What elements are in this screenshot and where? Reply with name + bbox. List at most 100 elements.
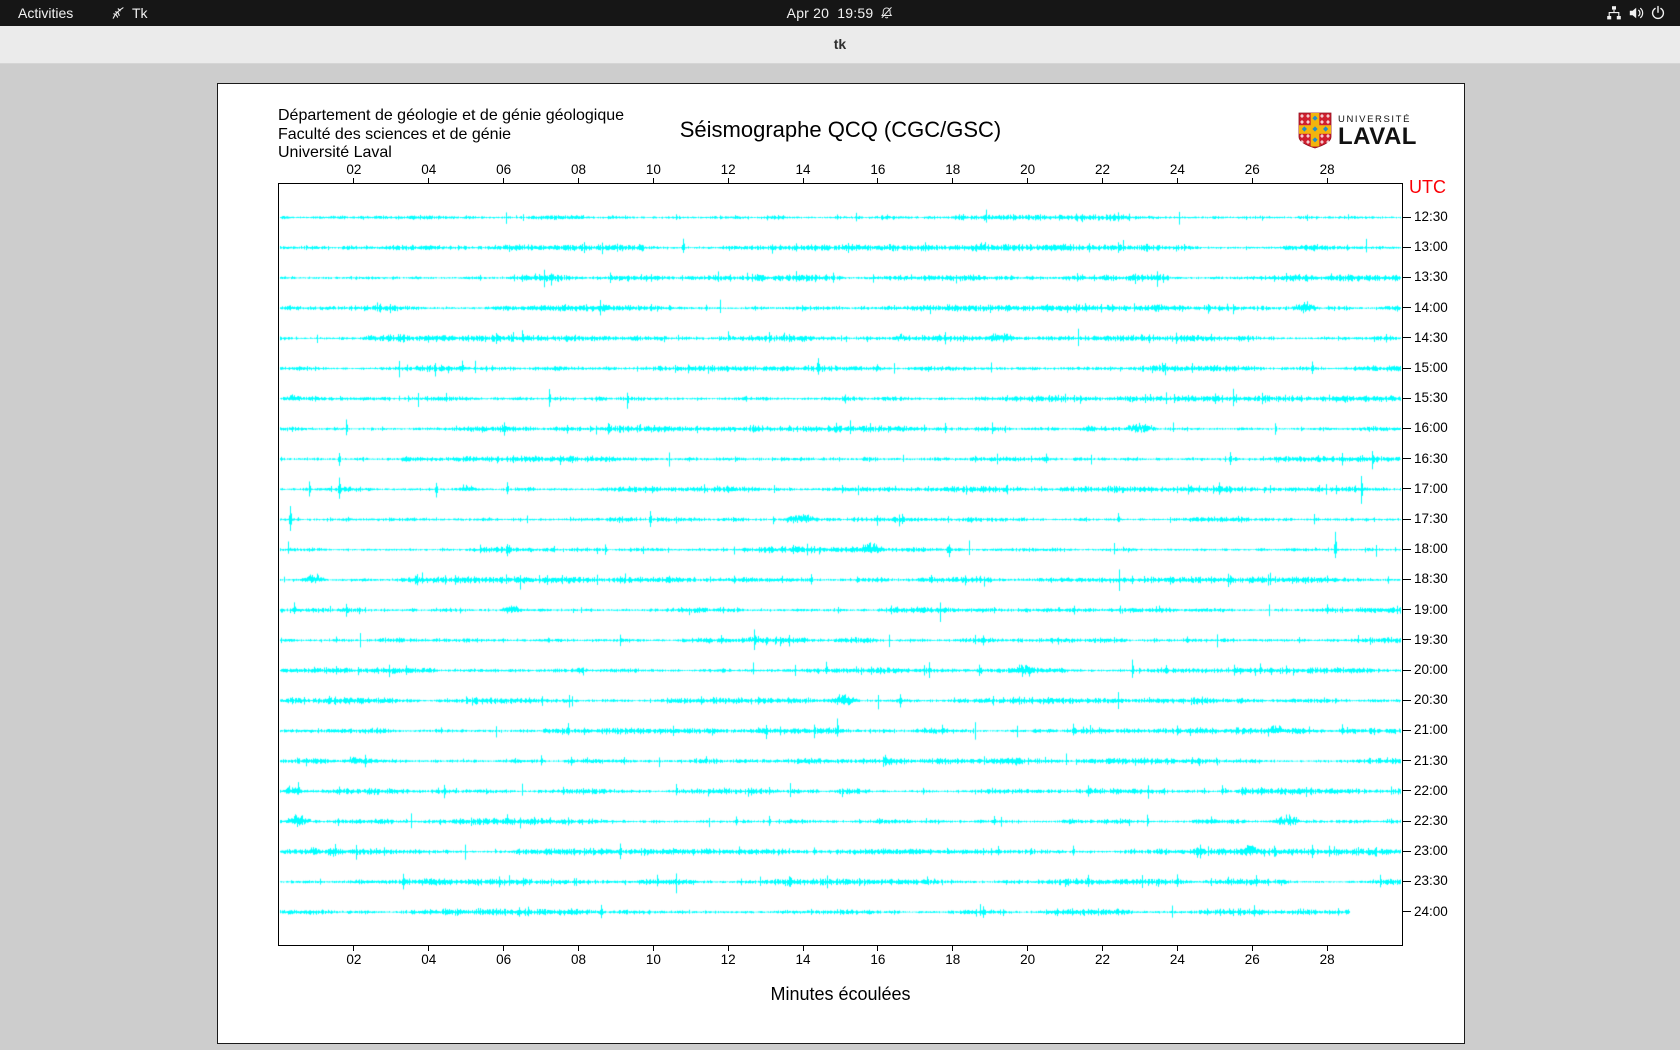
utc-time-label: 16:30: [1414, 450, 1448, 466]
x-tick-label-top: 24: [1169, 162, 1185, 177]
window-title: tk: [833, 36, 847, 52]
utc-tick: [1402, 911, 1411, 913]
x-tick-bottom: [353, 945, 355, 951]
x-tick-top: [353, 178, 355, 184]
volume-icon: [1629, 7, 1644, 19]
utc-tick: [1402, 639, 1411, 641]
x-tick-label-bottom: 26: [1244, 952, 1260, 967]
utc-time-label: 15:00: [1414, 360, 1448, 375]
x-tick-bottom: [428, 945, 430, 951]
utc-tick: [1402, 578, 1411, 580]
x-tick-bottom: [1102, 945, 1104, 951]
x-tick-top: [428, 178, 430, 184]
utc-time-label: 21:30: [1414, 752, 1448, 768]
x-tick-label-top: 28: [1319, 162, 1335, 177]
x-tick-bottom: [1176, 945, 1178, 951]
seismograph-window: Département de géologie et de génie géol…: [217, 83, 1465, 1044]
x-tick-label-bottom: 10: [645, 952, 661, 967]
x-tick-bottom: [503, 945, 505, 951]
utc-tick: [1402, 609, 1411, 611]
x-tick-bottom: [652, 945, 654, 951]
utc-time-label: 18:30: [1414, 571, 1448, 587]
notifications-off-bell-icon: [880, 6, 892, 19]
utc-axis-title: UTC: [1409, 177, 1446, 197]
clock-text: Apr 20 19:59: [786, 5, 874, 21]
utc-time-label: 12:30: [1414, 209, 1448, 224]
x-tick-bottom: [1251, 945, 1253, 951]
header-line-3: Université Laval: [278, 144, 392, 161]
utc-tick: [1402, 458, 1411, 460]
x-tick-label-bottom: 02: [346, 952, 362, 967]
utc-time-label: 13:00: [1414, 239, 1448, 255]
utc-time-label: 16:00: [1414, 420, 1448, 436]
x-tick-bottom: [577, 945, 579, 951]
utc-tick: [1402, 427, 1411, 429]
utc-tick: [1402, 246, 1411, 248]
tk-app-indicator[interactable]: Tk: [110, 0, 148, 26]
x-tick-top: [577, 178, 579, 184]
utc-tick: [1402, 729, 1411, 731]
utc-tick: [1402, 880, 1411, 882]
utc-tick: [1402, 276, 1411, 278]
utc-time-label: 20:30: [1414, 692, 1448, 708]
x-tick-bottom: [727, 945, 729, 951]
utc-tick: [1402, 699, 1411, 701]
utc-tick: [1402, 820, 1411, 822]
x-tick-label-bottom: 12: [720, 952, 736, 967]
network-wired-icon: [1607, 6, 1621, 20]
x-axis-title: Minutes écoulées: [770, 984, 911, 1004]
x-tick-label-top: 06: [496, 162, 512, 177]
x-tick-label-bottom: 24: [1169, 952, 1185, 967]
x-tick-top: [1326, 178, 1328, 184]
x-tick-top: [652, 178, 654, 184]
clock-button[interactable]: Apr 20 19:59: [787, 0, 894, 26]
activities-button[interactable]: Activities: [13, 0, 78, 26]
utc-tick: [1402, 518, 1411, 520]
utc-tick: [1402, 337, 1411, 339]
utc-time-label: 14:30: [1414, 329, 1448, 345]
window-titlebar[interactable]: tk: [0, 26, 1680, 64]
x-tick-top: [727, 178, 729, 184]
seismogram-canvas: [279, 184, 1402, 945]
x-tick-top: [1027, 178, 1029, 184]
utc-time-label: 23:30: [1414, 873, 1448, 889]
x-tick-bottom: [1326, 945, 1328, 951]
x-tick-label-top: 18: [945, 162, 961, 177]
utc-time-label: 19:30: [1414, 631, 1448, 647]
utc-time-label: 13:30: [1414, 269, 1448, 285]
system-status-area[interactable]: [1606, 0, 1666, 26]
x-tick-label-top: 26: [1244, 162, 1260, 177]
utc-time-label: 23:00: [1414, 843, 1448, 859]
laval-crest-icon: [1298, 112, 1332, 149]
utc-time-label: 21:00: [1414, 722, 1448, 738]
x-tick-label-bottom: 14: [795, 952, 811, 967]
x-tick-label-top: 10: [645, 162, 661, 177]
x-tick-label-top: 12: [720, 162, 736, 177]
gnome-top-bar: Activities Tk Apr 20 19:59: [0, 0, 1680, 26]
x-tick-label-bottom: 08: [570, 952, 586, 967]
x-tick-label-bottom: 18: [945, 952, 961, 967]
utc-tick: [1402, 669, 1411, 671]
utc-time-label: 17:00: [1414, 480, 1448, 496]
x-tick-label-top: 20: [1020, 162, 1036, 177]
utc-tick: [1402, 367, 1411, 369]
x-tick-label-top: 16: [870, 162, 886, 177]
plot-title: Séismographe QCQ (CGC/GSC): [679, 117, 1002, 142]
utc-time-label: 20:00: [1414, 662, 1448, 677]
x-tick-label-bottom: 06: [496, 952, 512, 967]
x-tick-bottom: [952, 945, 954, 951]
utc-time-label: 24:00: [1414, 903, 1448, 919]
utc-tick: [1402, 307, 1411, 309]
x-tick-label-top: 22: [1095, 162, 1111, 177]
utc-time-label: 22:00: [1414, 782, 1448, 798]
power-icon: [1651, 5, 1665, 20]
x-tick-bottom: [877, 945, 879, 951]
x-tick-label-top: 02: [346, 162, 362, 177]
utc-time-label: 17:30: [1414, 511, 1448, 526]
x-tick-label-top: 08: [570, 162, 586, 177]
utc-time-label: 22:30: [1414, 813, 1448, 828]
x-tick-top: [802, 178, 804, 184]
utc-time-label: 14:00: [1414, 299, 1448, 315]
utc-tick: [1402, 760, 1411, 762]
utc-tick: [1402, 397, 1411, 399]
